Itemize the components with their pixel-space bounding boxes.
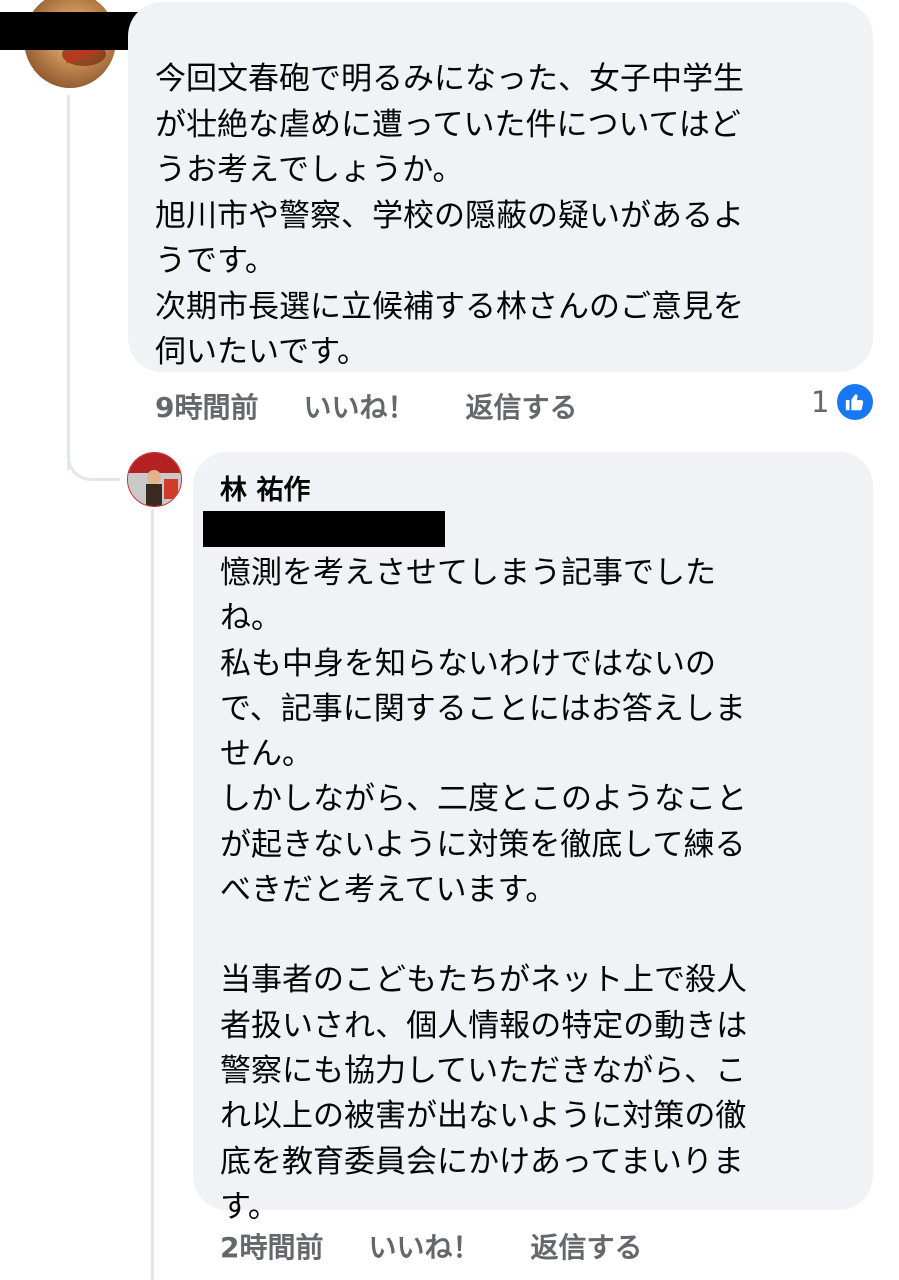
comment-actions: 9時間前 いいね！ 返信する xyxy=(155,386,578,426)
comment-line: 伺いたいです。 xyxy=(155,334,368,370)
comment-line: うお考えでしょうか。 xyxy=(155,152,464,188)
reply-line: 者扱いされ、個人情報の特定の動きは xyxy=(220,1007,748,1044)
reply-author-name[interactable]: 林 祐作 xyxy=(220,468,310,507)
reply-line: 私も中身を知らないわけではないの xyxy=(220,645,716,682)
reply-button[interactable]: 返信する xyxy=(466,386,578,426)
reply-line: 憶測を考えさせてしまう記事でした xyxy=(220,555,716,591)
reply-reply-button[interactable]: 返信する xyxy=(531,1226,643,1266)
reply-line: しかしながら、二度とこのようなこと xyxy=(220,781,747,818)
comment-line: 次期市長選に立候補する林さんのご意見を xyxy=(155,288,744,325)
thumbs-up-icon xyxy=(837,384,874,420)
reply-bubble: 林 祐作 憶測を考えさせてしまう記事でした ね。 私も中身を知らないわけではない… xyxy=(193,452,873,1225)
reply-line: べきだと考えています。 xyxy=(220,872,557,909)
reply-like-button[interactable]: いいね！ xyxy=(368,1226,480,1266)
reply-text: 憶測を考えさせてしまう記事でした ね。 私も中身を知らないわけではないの で、記… xyxy=(220,551,747,1230)
reply-line: が起きないように対策を徹底して練る xyxy=(220,826,746,863)
comment-line: 今回文春砲で明るみになった、女子中学生 xyxy=(155,61,744,97)
reply-line: せん。 xyxy=(220,736,313,773)
comment-line: が壮絶な虐めに遭っていた件についてはど xyxy=(155,106,741,143)
reply-line: れ以上の被害が出ないように対策の徹 xyxy=(220,1098,747,1135)
reply-timestamp[interactable]: 2時間前 xyxy=(220,1226,323,1266)
reply-line: 底を教育委員会にかけあってまいりま xyxy=(220,1143,744,1180)
reply-line: で、記事に関することにはお答えしま xyxy=(220,690,746,727)
comment-line: 旭川市や警察、学校の隠蔽の疑いがあるよ xyxy=(155,197,744,234)
reply-line: 警察にも協力していただきながら、こ xyxy=(220,1052,747,1089)
reply-line: す。 xyxy=(220,1188,279,1225)
reply-author-avatar[interactable] xyxy=(127,452,182,507)
comment-timestamp[interactable]: 9時間前 xyxy=(155,386,258,426)
comment-bubble: 今回文春砲で明るみになった、女子中学生 が壮絶な虐めに遭っていた件についてはど … xyxy=(128,2,873,372)
reply-line: ね。 xyxy=(220,600,282,637)
reply-thread-line xyxy=(151,510,154,1280)
comment-line: うです。 xyxy=(155,243,276,279)
redacted-text xyxy=(203,511,445,547)
reaction-summary[interactable]: 1 xyxy=(811,384,874,420)
thread-line-curve xyxy=(67,440,120,481)
avatar-image xyxy=(128,453,181,506)
reply-actions: 2時間前 いいね！ 返信する xyxy=(220,1226,643,1266)
like-button[interactable]: いいね！ xyxy=(303,386,415,426)
reaction-count: 1 xyxy=(811,385,830,419)
thread-line-vertical xyxy=(67,95,70,470)
comment-text: 今回文春砲で明るみになった、女子中学生 が壮絶な虐めに遭っていた件についてはど … xyxy=(155,57,744,376)
reply-line xyxy=(220,913,747,958)
reply-line: 当事者のこどもたちがネット上で殺人 xyxy=(220,962,747,999)
